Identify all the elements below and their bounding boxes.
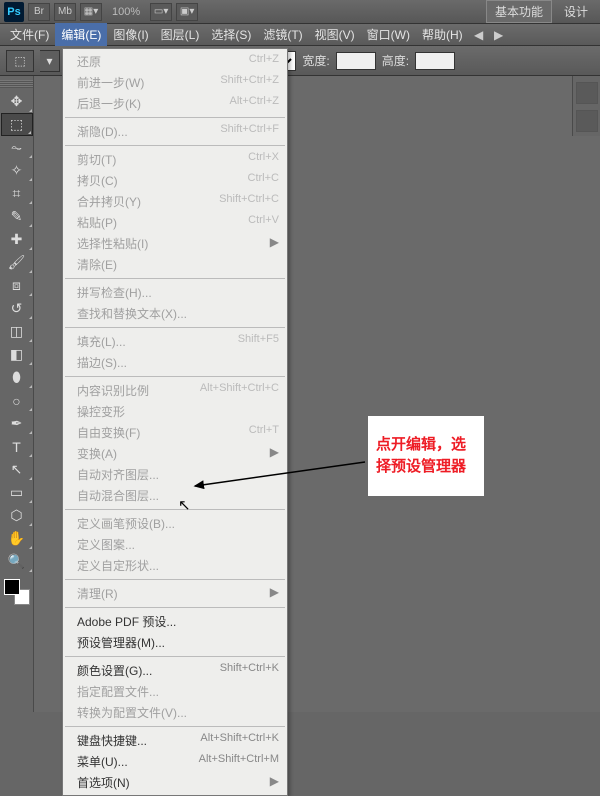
width-field[interactable] — [336, 52, 376, 70]
menu-item[interactable]: 菜单(U)...Alt+Shift+Ctrl+M — [63, 751, 287, 772]
height-field[interactable] — [415, 52, 455, 70]
menu-file[interactable]: 文件(F) — [4, 23, 55, 46]
menu-window[interactable]: 窗口(W) — [361, 23, 416, 46]
menu-item: 自动混合图层... — [63, 485, 287, 506]
menu-item: 拼写检查(H)... — [63, 282, 287, 303]
view-extras-button[interactable]: ▦▾ — [80, 3, 102, 21]
title-bar: Ps Br Mb ▦▾ 100% ▭▾ ▣▾ 基本功能 设计 — [0, 0, 600, 24]
menu-item: 清除(E) — [63, 254, 287, 275]
arrange-button[interactable]: ▭▾ — [150, 3, 172, 21]
menu-help[interactable]: 帮助(H) — [416, 23, 469, 46]
tool-palette: ✥⬚⏦✧⌗✎✚🖌⧈↺◫◧⬮○✒T↖▭⬡✋🔍 — [0, 76, 34, 712]
panel-icon-1[interactable] — [576, 82, 598, 104]
annotation-callout: 点开编辑，选择预设管理器 — [368, 416, 484, 496]
menu-item: 选择性粘贴(I)▶ — [63, 233, 287, 254]
menu-item: 还原Ctrl+Z — [63, 51, 287, 72]
color-swatch[interactable] — [4, 579, 30, 605]
menu-next-icon[interactable]: ▶ — [491, 27, 507, 43]
tool-blur[interactable]: ⬮ — [1, 366, 33, 389]
tool-hand[interactable]: ✋ — [1, 527, 33, 550]
menu-item: 变换(A)▶ — [63, 443, 287, 464]
menu-item: 内容识别比例Alt+Shift+Ctrl+C — [63, 380, 287, 401]
minibridge-button[interactable]: Mb — [54, 3, 76, 21]
tool-move[interactable]: ✥ — [1, 90, 33, 113]
menu-filter[interactable]: 滤镜(T) — [257, 23, 308, 46]
width-label: 宽度: — [302, 52, 329, 69]
menu-edit[interactable]: 编辑(E) — [55, 23, 107, 46]
tool-gradient[interactable]: ◧ — [1, 343, 33, 366]
menu-item: 拷贝(C)Ctrl+C — [63, 170, 287, 191]
menu-item: 指定配置文件... — [63, 681, 287, 702]
tool-shape[interactable]: ▭ — [1, 481, 33, 504]
tool-preset-preview[interactable]: ⬚ — [6, 50, 34, 72]
panel-icon-2[interactable] — [576, 110, 598, 132]
tool-crop[interactable]: ⌗ — [1, 182, 33, 205]
screen-mode-button[interactable]: ▣▾ — [176, 3, 198, 21]
workspace-design-button[interactable]: 设计 — [556, 1, 596, 22]
menu-item[interactable]: 预设管理器(M)... — [63, 632, 287, 653]
menu-item: 填充(L)...Shift+F5 — [63, 331, 287, 352]
panel-dock — [572, 76, 600, 136]
edit-menu-dropdown: 还原Ctrl+Z前进一步(W)Shift+Ctrl+Z后退一步(K)Alt+Ct… — [62, 48, 288, 796]
menu-view[interactable]: 视图(V) — [309, 23, 361, 46]
toolbar-grip[interactable] — [0, 80, 33, 88]
tool-zoom[interactable]: 🔍 — [1, 550, 33, 573]
menu-item: 操控变形 — [63, 401, 287, 422]
zoom-level[interactable]: 100% — [112, 6, 140, 18]
tool-eraser[interactable]: ◫ — [1, 320, 33, 343]
menu-prev-icon[interactable]: ◀ — [471, 27, 487, 43]
workspace-basic-button[interactable]: 基本功能 — [486, 0, 552, 23]
menu-item: 定义图案... — [63, 534, 287, 555]
foreground-color[interactable] — [4, 579, 20, 595]
menu-item: 前进一步(W)Shift+Ctrl+Z — [63, 72, 287, 93]
tool-dodge[interactable]: ○ — [1, 389, 33, 412]
tool-type[interactable]: T — [1, 435, 33, 458]
menu-item: 定义自定形状... — [63, 555, 287, 576]
menu-item: 清理(R)▶ — [63, 583, 287, 604]
bridge-button[interactable]: Br — [28, 3, 50, 21]
menu-item: 渐隐(D)...Shift+Ctrl+F — [63, 121, 287, 142]
tool-stamp[interactable]: ⧈ — [1, 274, 33, 297]
tool-eyedropper[interactable]: ✎ — [1, 205, 33, 228]
menu-item: 定义画笔预设(B)... — [63, 513, 287, 534]
menu-image[interactable]: 图像(I) — [107, 23, 154, 46]
app-logo: Ps — [4, 2, 24, 22]
menu-item: 描边(S)... — [63, 352, 287, 373]
menu-layer[interactable]: 图层(L) — [155, 23, 206, 46]
tool-marquee[interactable]: ⬚ — [1, 113, 33, 136]
menu-item[interactable]: Adobe PDF 预设... — [63, 611, 287, 632]
tool-3d[interactable]: ⬡ — [1, 504, 33, 527]
tool-pen[interactable]: ✒ — [1, 412, 33, 435]
tool-lasso[interactable]: ⏦ — [1, 136, 33, 159]
menu-item[interactable]: 首选项(N)▶ — [63, 772, 287, 793]
menu-item: 合并拷贝(Y)Shift+Ctrl+C — [63, 191, 287, 212]
menu-item: 后退一步(K)Alt+Ctrl+Z — [63, 93, 287, 114]
menu-select[interactable]: 选择(S) — [205, 23, 257, 46]
menu-item: 查找和替换文本(X)... — [63, 303, 287, 324]
annotation-text: 点开编辑，选择预设管理器 — [376, 434, 476, 479]
tool-heal[interactable]: ✚ — [1, 228, 33, 251]
menu-item: 剪切(T)Ctrl+X — [63, 149, 287, 170]
menu-item: 粘贴(P)Ctrl+V — [63, 212, 287, 233]
menu-item: 转换为配置文件(V)... — [63, 702, 287, 723]
tool-wand[interactable]: ✧ — [1, 159, 33, 182]
menu-item[interactable]: 键盘快捷键...Alt+Shift+Ctrl+K — [63, 730, 287, 751]
tool-path[interactable]: ↖ — [1, 458, 33, 481]
tool-preset-dropdown[interactable]: ▾ — [40, 50, 60, 72]
height-label: 高度: — [382, 52, 409, 69]
menu-item: 自动对齐图层... — [63, 464, 287, 485]
tool-history[interactable]: ↺ — [1, 297, 33, 320]
menu-bar: 文件(F) 编辑(E) 图像(I) 图层(L) 选择(S) 滤镜(T) 视图(V… — [0, 24, 600, 46]
menu-item[interactable]: 颜色设置(G)...Shift+Ctrl+K — [63, 660, 287, 681]
tool-brush[interactable]: 🖌 — [1, 251, 33, 274]
menu-item: 自由变换(F)Ctrl+T — [63, 422, 287, 443]
